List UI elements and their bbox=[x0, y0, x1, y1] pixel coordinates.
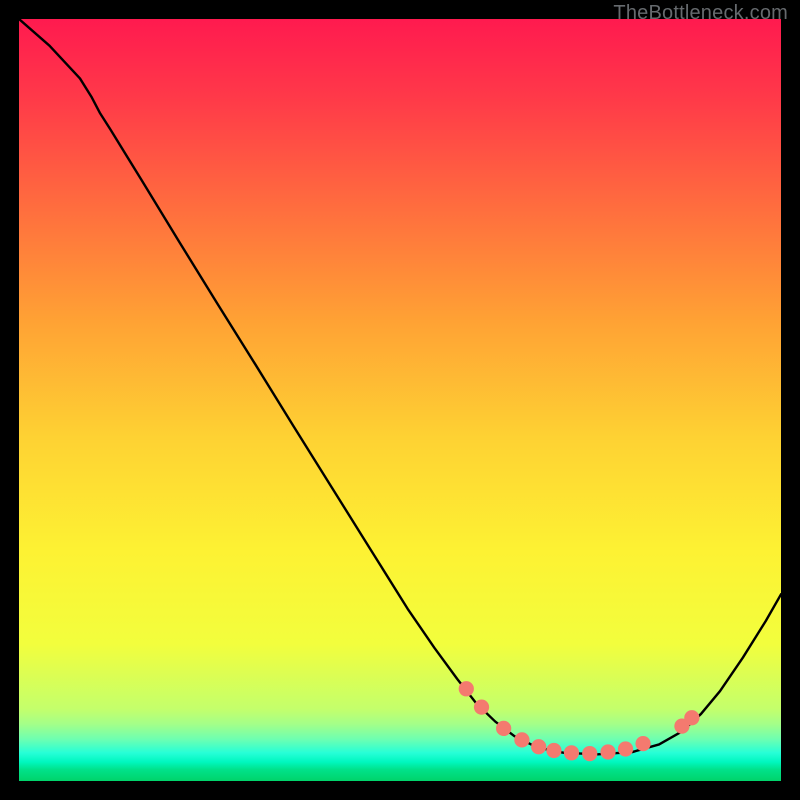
data-marker bbox=[496, 721, 511, 736]
data-marker bbox=[684, 710, 699, 725]
data-marker bbox=[618, 741, 633, 756]
data-marker bbox=[474, 699, 489, 714]
gradient-background bbox=[19, 19, 781, 781]
data-marker bbox=[459, 681, 474, 696]
plot-svg bbox=[19, 19, 781, 781]
data-marker bbox=[546, 743, 561, 758]
plot-area bbox=[19, 19, 781, 781]
chart-frame: TheBottleneck.com bbox=[0, 0, 800, 800]
data-marker bbox=[635, 736, 650, 751]
data-marker bbox=[564, 745, 579, 760]
data-marker bbox=[600, 744, 615, 759]
data-marker bbox=[531, 739, 546, 754]
data-marker bbox=[582, 746, 597, 761]
data-marker bbox=[514, 732, 529, 747]
